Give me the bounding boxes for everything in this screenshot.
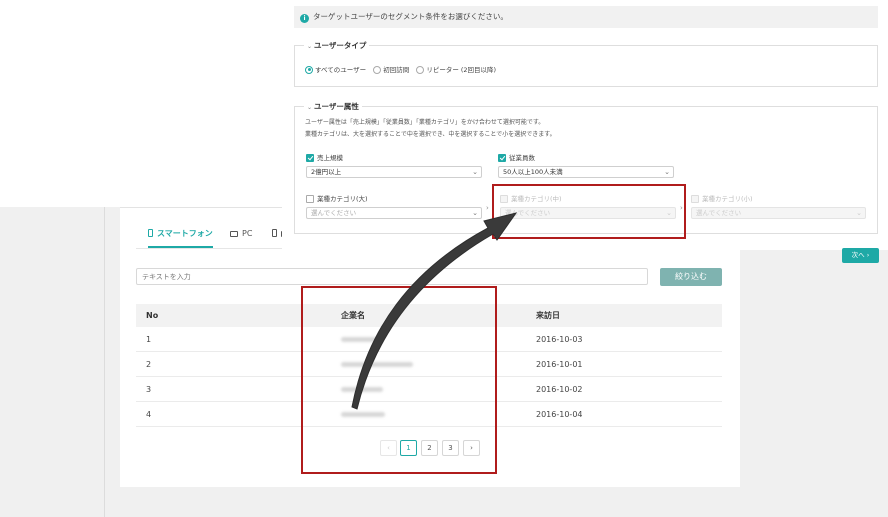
next-button[interactable]: 次へ ›: [842, 248, 879, 263]
checkbox-disabled-icon: [691, 194, 699, 203]
radio-first-visit-label: 初回訪問: [383, 66, 410, 74]
tab-pc-label: PC: [242, 229, 253, 238]
user-attributes-title: ユーザー属性: [314, 102, 359, 111]
employees-label: 従業員数: [509, 154, 535, 162]
industry-small-placeholder: 選んでください: [696, 209, 742, 217]
sidebar-divider: [104, 207, 105, 517]
radio-icon: [373, 65, 382, 74]
user-type-radio-group: すべてのユーザー 初回訪問 リピーター (2回目以降): [305, 64, 496, 74]
user-type-title: ユーザータイプ: [314, 41, 367, 50]
smartphone-icon: [148, 229, 153, 237]
highlight-box-company-list: [301, 286, 497, 474]
search-input[interactable]: [136, 268, 648, 285]
chevron-down-icon: ⌄: [307, 104, 313, 111]
row-no: 4: [146, 410, 152, 419]
radio-repeater-label: リピーター (2回目以降): [426, 66, 497, 74]
attributes-description-1: ユーザー属性は「売上規模」「従業員数」「業種カテゴリ」をかけ合わせて選択可能です…: [305, 119, 545, 126]
tab-smartphone[interactable]: スマートフォン: [148, 222, 213, 248]
column-visit-date: 来訪日: [536, 311, 560, 320]
user-attributes-legend[interactable]: ⌄ ユーザー属性: [304, 101, 362, 112]
employees-checkbox[interactable]: 従業員数: [498, 152, 535, 162]
row-date: 2016-10-01: [536, 360, 583, 369]
chevron-down-icon: ⌄: [664, 168, 670, 176]
chevron-down-icon: ⌄: [472, 168, 478, 176]
highlight-box-industry-medium: [492, 184, 686, 239]
attributes-description-2: 業種カテゴリは、大を選択することで中を選択でき、中を選択することで小を選択できま…: [305, 131, 556, 138]
industry-large-select[interactable]: 選んでください ⌄: [306, 207, 482, 219]
industry-small-checkbox[interactable]: 業種カテゴリ(小): [691, 193, 753, 203]
radio-repeater[interactable]: リピーター (2回目以降): [416, 65, 497, 74]
radio-first-visit[interactable]: 初回訪問: [373, 65, 410, 74]
row-no: 2: [146, 360, 152, 369]
industry-large-placeholder: 選んでください: [311, 209, 357, 217]
device-icon: [272, 229, 277, 237]
sales-value: 2億円以上: [311, 168, 342, 176]
row-no: 3: [146, 385, 152, 394]
employees-select[interactable]: 50人以上100人未満 ⌄: [498, 166, 674, 178]
radio-checked-icon: [305, 65, 313, 74]
radio-icon: [416, 65, 425, 74]
row-date: 2016-10-03: [536, 335, 583, 344]
checkbox-checked-icon: [306, 153, 314, 162]
checkbox-checked-icon: [498, 153, 506, 162]
sales-checkbox[interactable]: 売上規模: [306, 152, 343, 162]
filter-button[interactable]: 絞り込む: [660, 268, 722, 286]
row-date: 2016-10-04: [536, 410, 583, 419]
industry-large-checkbox[interactable]: 業種カテゴリ(大): [306, 193, 368, 203]
info-text: ターゲットユーザーのセグメント条件をお選びください。: [313, 12, 508, 21]
tab-pc[interactable]: PC: [230, 222, 252, 248]
chevron-right-icon: ›: [486, 204, 489, 212]
chevron-down-icon: ⌄: [856, 209, 862, 217]
employees-value: 50人以上100人未満: [503, 168, 563, 176]
row-no: 1: [146, 335, 152, 344]
info-icon: i: [300, 14, 309, 23]
sales-label: 売上規模: [317, 154, 343, 162]
user-type-legend[interactable]: ⌄ ユーザータイプ: [304, 40, 370, 51]
row-date: 2016-10-02: [536, 385, 583, 394]
industry-small-select[interactable]: 選んでください ⌄: [691, 207, 866, 219]
tab-smartphone-label: スマートフォン: [157, 229, 213, 238]
radio-all-users[interactable]: すべてのユーザー: [305, 65, 367, 74]
tab-underline: [136, 248, 296, 249]
chevron-down-icon: ⌄: [307, 43, 313, 50]
sales-select[interactable]: 2億円以上 ⌄: [306, 166, 482, 178]
radio-all-users-label: すべてのユーザー: [315, 66, 367, 74]
info-banner: i ターゲットユーザーのセグメント条件をお選びください。: [294, 6, 878, 28]
industry-small-label: 業種カテゴリ(小): [702, 195, 753, 203]
chevron-down-icon: ⌄: [472, 209, 478, 217]
column-no: No: [146, 311, 159, 320]
pc-icon: [230, 231, 238, 237]
checkbox-icon: [306, 194, 314, 203]
industry-large-label: 業種カテゴリ(大): [317, 195, 368, 203]
